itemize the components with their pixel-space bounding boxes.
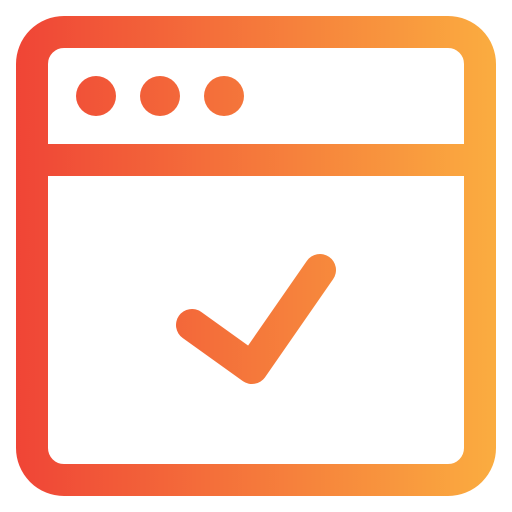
icon-canvas [0, 0, 512, 512]
window-dot-icon [76, 76, 116, 116]
checkmark-icon [176, 254, 336, 384]
window-dot-icon [204, 76, 244, 116]
browser-window-check-icon [16, 16, 496, 496]
window-dot-icon [140, 76, 180, 116]
